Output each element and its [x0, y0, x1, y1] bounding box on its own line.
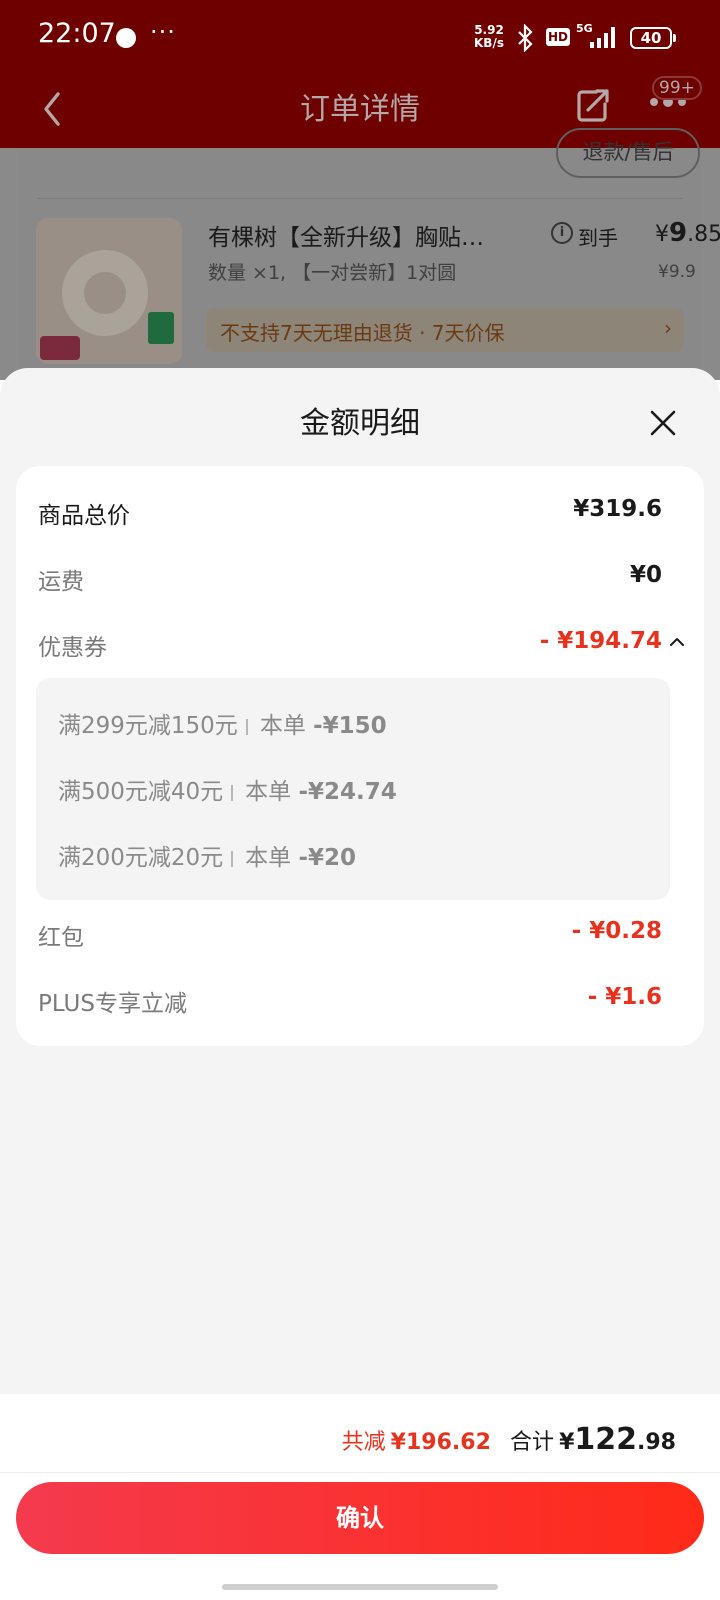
chevron-up-icon[interactable] — [670, 637, 684, 647]
info-icon[interactable]: i — [551, 222, 573, 244]
after-sale-button[interactable]: 退款/售后 — [556, 128, 700, 178]
coupon-amount: -¥150 — [313, 713, 387, 739]
product-title[interactable]: 有棵树【全新升级】胸贴… — [208, 218, 528, 252]
divider — [231, 784, 234, 801]
divider — [38, 198, 682, 199]
plus-discount-row: PLUS专享立减 - ¥1.6 — [38, 984, 662, 1020]
red-packet-label: 红包 — [38, 925, 84, 951]
coupon-breakdown: 满299元减150元 本单 -¥150 满500元减40元 本单 -¥24.74 满… — [36, 678, 670, 900]
coupon-amount: -¥20 — [298, 845, 357, 871]
confirm-button[interactable]: 确认 — [16, 1482, 704, 1554]
red-packet-row: 红包 - ¥0.28 — [38, 918, 662, 954]
shipping-row: 运费 ¥0 — [38, 562, 662, 598]
status-bar: 22:07 ··· 5.92 KB/s HD 5G 40 — [0, 0, 720, 76]
coupon-value: - ¥194.74 — [539, 628, 662, 654]
service-notice-text: 不支持7天无理由退货 · 7天价保 — [220, 321, 505, 345]
background-order-page: 退款/售后 有棵树【全新升级】胸贴… i 到手 ¥9.85 数量 ×1, 【一对… — [0, 128, 720, 380]
status-more-icon: ··· — [150, 18, 176, 46]
coupon-amount: -¥24.74 — [298, 779, 397, 805]
coupon-name: 满299元减150元 — [58, 713, 238, 739]
total-label: 合计 — [509, 1430, 554, 1455]
sheet-title: 金额明细 — [300, 406, 420, 441]
shipping-value: ¥0 — [629, 562, 662, 588]
page-title: 订单详情 — [300, 92, 420, 127]
service-notice[interactable]: 不支持7天无理由退货 · 7天价保 › — [206, 308, 684, 352]
footer-bar: 共减 ¥196.62 合计 ¥122.98 确认 — [0, 1394, 720, 1600]
final-price-currency: ¥ — [655, 222, 669, 247]
price-summary: 共减 ¥196.62 合计 ¥122.98 — [342, 1422, 676, 1457]
network-speed: 5.92 KB/s — [474, 24, 504, 50]
product-image-ring — [62, 250, 148, 336]
price-label: 到手 — [578, 226, 618, 250]
divider — [0, 1472, 720, 1473]
total-decimal: .98 — [637, 1430, 676, 1455]
share-icon[interactable] — [574, 84, 612, 124]
goods-total-label: 商品总价 — [38, 503, 130, 529]
coupon-scope: 本单 — [259, 713, 306, 739]
plus-discount-label: PLUS专享立减 — [38, 991, 187, 1017]
total-integer: 122 — [574, 1422, 638, 1457]
red-packet-value: - ¥0.28 — [571, 918, 662, 944]
divider — [231, 850, 234, 867]
original-price: ¥9.9 — [658, 262, 696, 282]
order-product-card: 退款/售后 有棵树【全新升级】胸贴… i 到手 ¥9.85 数量 ×1, 【一对… — [18, 128, 720, 380]
product-image-box — [148, 312, 174, 344]
signal-icon — [590, 27, 615, 48]
saved-value: ¥196.62 — [390, 1430, 491, 1455]
bluetooth-icon — [518, 24, 533, 52]
status-time: 22:07 — [38, 18, 116, 49]
total-currency: ¥ — [559, 1430, 575, 1455]
coupon-item: 满299元减150元 本单 -¥150 — [58, 706, 387, 742]
product-spec: 数量 ×1, 【一对尝新】1对圆 — [208, 262, 457, 284]
goods-total-row: 商品总价 ¥319.6 — [38, 496, 662, 532]
plus-discount-value: - ¥1.6 — [587, 984, 662, 1010]
home-indicator[interactable] — [222, 1584, 498, 1590]
divider — [245, 718, 248, 735]
product-image[interactable] — [36, 218, 182, 364]
product-image-tag — [40, 336, 80, 360]
message-count-badge: 99+ — [652, 76, 702, 100]
shipping-label: 运费 — [38, 569, 84, 595]
close-icon[interactable] — [650, 410, 676, 436]
final-price: ¥9.85 — [655, 218, 720, 248]
final-price-decimal: .85 — [687, 222, 720, 247]
chevron-right-icon: › — [664, 316, 672, 340]
coupon-name: 满500元减40元 — [58, 779, 224, 805]
amount-detail-card: 商品总价 ¥319.6 运费 ¥0 优惠券 - ¥194.74 满299元减15… — [16, 466, 704, 1046]
battery-icon: 40 — [630, 27, 676, 49]
saved-label: 共减 — [341, 1430, 386, 1455]
coupon-value-wrap: - ¥194.74 — [540, 628, 684, 654]
final-price-integer: 9 — [669, 218, 688, 248]
notification-dot-icon — [116, 28, 136, 48]
coupon-name: 满200元减20元 — [58, 845, 224, 871]
coupon-scope: 本单 — [245, 779, 292, 805]
coupon-scope: 本单 — [245, 845, 292, 871]
goods-total-value: ¥319.6 — [573, 496, 662, 522]
coupon-item: 满200元减20元 本单 -¥20 — [58, 838, 356, 874]
coupon-item: 满500元减40元 本单 -¥24.74 — [58, 772, 397, 808]
hd-badge: HD — [546, 28, 571, 46]
network-speed-unit: KB/s — [474, 36, 504, 50]
coupon-label: 优惠券 — [38, 635, 107, 661]
coupon-row[interactable]: 优惠券 - ¥194.74 — [38, 628, 684, 664]
